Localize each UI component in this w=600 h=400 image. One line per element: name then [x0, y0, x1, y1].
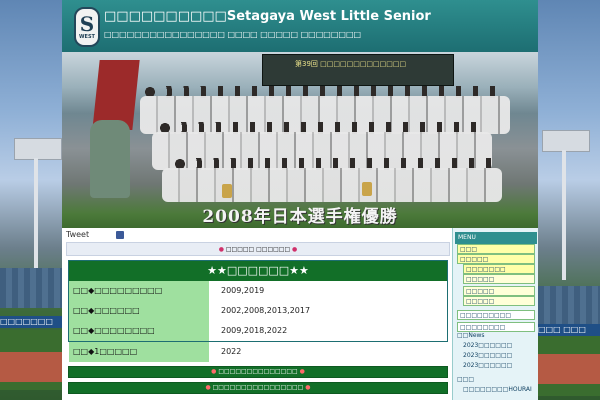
achievement-years: 2002,2008,2013,2017	[209, 301, 447, 321]
achievement-row: □□◆□□□□□□□□ 2009,2018,2022	[69, 321, 447, 341]
bullet-icon: ●	[292, 246, 298, 253]
site-subtitle: □□□□□□□□□□□□□□□□ □□□□ □□□□□ □□□□□□□□	[104, 30, 362, 39]
link-item[interactable]: □□□□□□□□HOURAI	[463, 386, 532, 393]
trophy	[362, 182, 372, 196]
trophy	[222, 184, 232, 198]
achievement-years: 2022	[209, 342, 447, 362]
notice-bar: ● □□□□□ □□□□□□ ●	[66, 242, 450, 256]
stands	[538, 286, 600, 326]
bullet-icon: ●	[305, 384, 311, 391]
infield-dirt	[538, 354, 600, 384]
menu-item[interactable]: □□□□□	[463, 286, 535, 296]
light-tower	[542, 130, 590, 152]
sidebar-menu: MENU □□□ □□□□□ □□□□□□□ □□□□□ □□□□□ □□□□□…	[452, 228, 538, 400]
tweet-button[interactable]: Tweet	[66, 230, 89, 239]
menu-item[interactable]: □□□□□	[463, 296, 535, 306]
scoreboard: 第39回 □□□□□□□□□□□□□	[262, 54, 454, 86]
menu-item[interactable]: □□□□□	[463, 274, 535, 284]
logo-letter: S	[79, 12, 95, 36]
light-pole	[562, 150, 566, 280]
bullet-icon: ●	[218, 246, 224, 253]
bullet-icon: ●	[211, 368, 217, 375]
hero-team-photo: 第39回 □□□□□□□□□□□□□ 2008年日本選手権優勝	[62, 52, 538, 228]
main-content: ● □□□□□ □□□□□□ ● ★★□□□□□□★★ □□◆□□□□□□□□□…	[66, 242, 450, 400]
facebook-icon[interactable]	[116, 231, 124, 239]
light-tower	[14, 138, 62, 160]
social-row: Tweet	[62, 228, 452, 242]
background-stadium-left: □□□□□□□	[0, 0, 62, 400]
menu-item[interactable]: □□□□□□□	[463, 264, 535, 274]
news-item[interactable]: 2023□□□□□□	[463, 362, 512, 369]
achievement-years: 2009,2018,2022	[209, 321, 447, 341]
achievement-label: □□◆□□□□□□□□	[69, 321, 209, 341]
achievement-row: □□◆□□□□□□ 2002,2008,2013,2017	[69, 301, 447, 321]
team-logo[interactable]: S WEST	[74, 7, 100, 47]
notice-text: □□□□□ □□□□□□	[225, 246, 291, 253]
logo-text: WEST	[79, 34, 95, 40]
section-title: □□□□□□□□□□□□□□□□	[212, 384, 304, 391]
achievement-years: 2009,2019	[209, 281, 447, 301]
coach	[90, 120, 130, 198]
achievement-label: □□◆□□□□□□□□□	[69, 281, 209, 301]
section-title: □□□□□□□□□□□□□□	[218, 368, 298, 375]
news-item[interactable]: 2023□□□□□□	[463, 352, 512, 359]
infield-dirt	[0, 352, 62, 382]
stands	[0, 268, 62, 308]
menu-item[interactable]: □□□	[457, 244, 535, 254]
players-front-row	[162, 168, 502, 202]
ad-board: □□□ □□□	[538, 324, 600, 336]
scoreboard-text: 第39回 □□□□□□□□□□□□□	[295, 60, 407, 68]
menu-item[interactable]: □□□□□	[457, 254, 535, 264]
site-title[interactable]: □□□□□□□□□□Setagaya West Little Senior	[104, 9, 431, 24]
achievement-row: □□◆1□□□□□ 2022	[69, 342, 447, 362]
bullet-icon: ●	[205, 384, 211, 391]
hero-caption: 2008年日本選手権優勝	[202, 207, 398, 227]
achievement-label: □□◆1□□□□□	[69, 342, 209, 362]
menu-heading: MENU	[455, 232, 537, 244]
news-item[interactable]: 2023□□□□□□	[463, 342, 512, 349]
page-container: S WEST □□□□□□□□□□Setagaya West Little Se…	[62, 0, 538, 400]
links-heading: □□□	[457, 376, 475, 383]
menu-item[interactable]: □□□□□□□□□	[457, 310, 535, 320]
background-stadium-right: □□□ □□□	[538, 0, 600, 400]
light-pole	[34, 158, 38, 268]
achievements-box: ★★□□□□□□★★ □□◆□□□□□□□□□ 2009,2019 □□◆□□□…	[68, 260, 448, 342]
bullet-icon: ●	[299, 368, 305, 375]
ad-board: □□□□□□□	[0, 316, 62, 328]
section-header: ● □□□□□□□□□□□□□□□□ ●	[68, 382, 448, 394]
achievement-label: □□◆□□□□□□	[69, 301, 209, 321]
achievements-title: ★★□□□□□□★★	[69, 261, 447, 281]
section-header: ● □□□□□□□□□□□□□□ ●	[68, 366, 448, 378]
news-heading: □□News	[457, 332, 485, 339]
achievement-row: □□◆□□□□□□□□□ 2009,2019	[69, 281, 447, 301]
menu-item[interactable]: □□□□□□□□	[457, 322, 535, 332]
site-header: S WEST □□□□□□□□□□Setagaya West Little Se…	[62, 0, 538, 52]
